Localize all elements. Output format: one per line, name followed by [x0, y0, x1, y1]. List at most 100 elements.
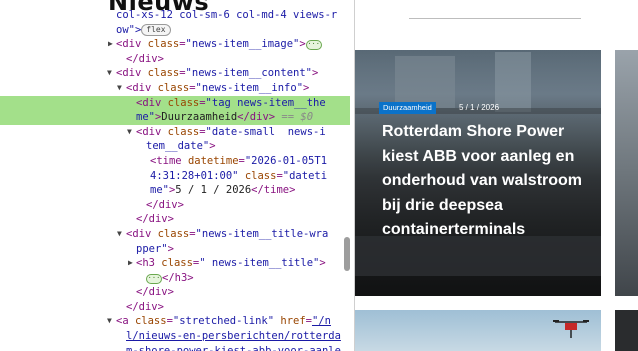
news-card[interactable]: Duurzaamheid 5 / 1 / 2026 Rotterdam Shor…	[355, 50, 601, 296]
code-token: == $0	[275, 111, 314, 124]
ellipsis-icon[interactable]: ···	[146, 273, 162, 284]
code-token: "tag news-item__the	[205, 96, 326, 109]
code-token: "stretched-link"	[172, 315, 275, 328]
dom-node-line[interactable]: me">5 / 1 / 2026</time>	[0, 183, 350, 198]
code-token: class	[167, 125, 200, 138]
dom-node-line[interactable]: me">Duurzaamheid</div> == $0	[0, 110, 350, 125]
photo-detail	[495, 52, 531, 112]
collapse-triangle-icon[interactable]: ▶	[128, 256, 133, 271]
dom-node-line[interactable]: tem__date">	[0, 139, 350, 154]
dom-node-line[interactable]: l/nieuws-en-persberichten/rotterda	[0, 329, 350, 344]
code-token: <time	[150, 154, 188, 167]
code-token: "dateti	[282, 169, 328, 182]
dom-node-line[interactable]: 4:31:28+01:00" class="dateti	[0, 169, 350, 184]
collapse-triangle-icon[interactable]: ▶	[108, 37, 113, 52]
dom-node-line[interactable]: </div>	[0, 198, 350, 213]
code-token: href	[274, 315, 306, 328]
dom-node-line[interactable]: pper">	[0, 242, 350, 257]
code-token: class	[134, 315, 167, 328]
code-token: ow">	[116, 23, 142, 36]
code-token: 5 / 1 / 2026	[175, 184, 252, 197]
dom-node-line[interactable]: ▼ <div class="date-small news-i	[0, 125, 350, 140]
code-token: pper"	[136, 242, 168, 255]
code-token: <a	[116, 315, 135, 328]
code-token: </div>	[126, 300, 164, 313]
dom-node-line[interactable]: ▼ <a class="stretched-link" href="/n	[0, 314, 350, 329]
code-token: me"	[136, 111, 155, 124]
code-token: <h3	[136, 257, 162, 270]
code-token: </div>	[146, 198, 184, 211]
code-token: </div>	[136, 213, 174, 226]
devtools-elements-panel: Nieuws col-xs-12 col-sm-6 col-md-4 views…	[0, 0, 355, 351]
code-token: datetime	[187, 154, 239, 167]
code-token: </div>	[237, 111, 276, 124]
code-token: "news-item__title-wra	[195, 227, 329, 240]
code-token: <div	[116, 67, 148, 80]
code-token: "news-item__info"	[195, 81, 304, 94]
href-link[interactable]: m-shore-power-kiest-abb-voor-aanle	[126, 345, 341, 351]
code-token: "news-item__content"	[185, 67, 312, 80]
next-card-edge[interactable]	[615, 50, 638, 296]
expand-triangle-icon[interactable]: ▼	[117, 227, 122, 242]
code-token: <div	[126, 227, 158, 240]
code-token: >	[209, 140, 216, 153]
news-title[interactable]: Rotterdam Shore Power kiest ABB voor aan…	[382, 120, 594, 243]
news-date: 5 / 1 / 2026	[459, 103, 500, 112]
dom-node-line[interactable]: ▶ <div class="news-item__image"> ···	[0, 37, 350, 52]
href-link[interactable]: l/nieuws-en-persberichten/rotterda	[126, 330, 341, 342]
code-token: <div	[136, 96, 168, 109]
drone-icon	[553, 320, 589, 338]
dom-node-line[interactable]: ▼ <div class="news-item__info">	[0, 81, 350, 96]
code-token: class	[147, 67, 180, 80]
code-token: class	[167, 96, 200, 109]
code-token: >	[299, 38, 306, 51]
code-token: class	[157, 81, 190, 94]
website-viewport: Duurzaamheid 5 / 1 / 2026 Rotterdam Shor…	[355, 0, 638, 351]
dom-node-line[interactable]: </div>	[0, 285, 350, 300]
code-token: Duurzaamheid	[161, 111, 238, 124]
flex-badge[interactable]: flex	[141, 23, 171, 36]
dom-node-line[interactable]: ▼ <div class="news-item__title-wra	[0, 227, 350, 242]
news-tag-badge: Duurzaamheid	[379, 102, 436, 114]
code-token: class	[157, 227, 190, 240]
code-token: col-xs-12 col-sm-6 col-md-4 views-r	[116, 9, 338, 21]
expand-triangle-icon[interactable]: ▼	[127, 125, 132, 140]
dom-node-line[interactable]: ow"> flex	[0, 23, 350, 38]
dom-node-line[interactable]: <div class="tag news-item__the	[0, 95, 350, 111]
href-link[interactable]: "/n	[312, 315, 331, 327]
code-token: "date-small news-i	[205, 125, 326, 138]
expand-triangle-icon[interactable]: ▼	[117, 81, 122, 96]
code-token: >	[167, 242, 174, 255]
dom-node-line[interactable]: </div>	[0, 212, 350, 227]
code-token: >	[311, 67, 319, 80]
scrollbar-thumb[interactable]	[344, 237, 350, 271]
code-token: <div	[116, 38, 148, 51]
ellipsis-icon[interactable]: ···	[305, 40, 322, 51]
next-card-edge-2[interactable]	[615, 310, 638, 351]
dom-node-line[interactable]: ▶ <h3 class=" news-item__title">	[0, 256, 350, 271]
code-token: </time>	[251, 184, 296, 197]
code-token: >	[319, 257, 326, 270]
dom-node-line[interactable]: col-xs-12 col-sm-6 col-md-4 views-r	[0, 8, 350, 23]
code-token: class	[238, 169, 277, 182]
code-token: "news-item__image"	[185, 38, 300, 51]
dom-node-line[interactable]: </div>	[0, 52, 350, 67]
code-token: 4:31:28+01:00"	[150, 169, 239, 182]
dom-node-line[interactable]: </div>	[0, 300, 350, 315]
code-token: <div	[136, 125, 168, 138]
code-token: >	[303, 81, 310, 94]
code-token: </h3>	[162, 271, 194, 284]
code-token: "2026-01-05T1	[244, 154, 328, 167]
dom-node-line[interactable]: ▼ <div class="news-item__content">	[0, 66, 350, 81]
dom-node-line[interactable]: <time datetime="2026-01-05T1	[0, 154, 350, 169]
photo-detail	[395, 56, 455, 108]
code-token: </div>	[126, 52, 164, 65]
code-token: " news-item__title"	[199, 257, 320, 270]
dom-node-line[interactable]: m-shore-power-kiest-abb-voor-aanle	[0, 344, 350, 351]
code-token: tem__date"	[146, 140, 210, 153]
expand-triangle-icon[interactable]: ▼	[107, 66, 112, 81]
divider	[409, 18, 581, 19]
code-token: </div>	[136, 286, 174, 299]
dom-node-line[interactable]: ··· </h3>	[0, 271, 350, 286]
expand-triangle-icon[interactable]: ▼	[107, 314, 112, 329]
